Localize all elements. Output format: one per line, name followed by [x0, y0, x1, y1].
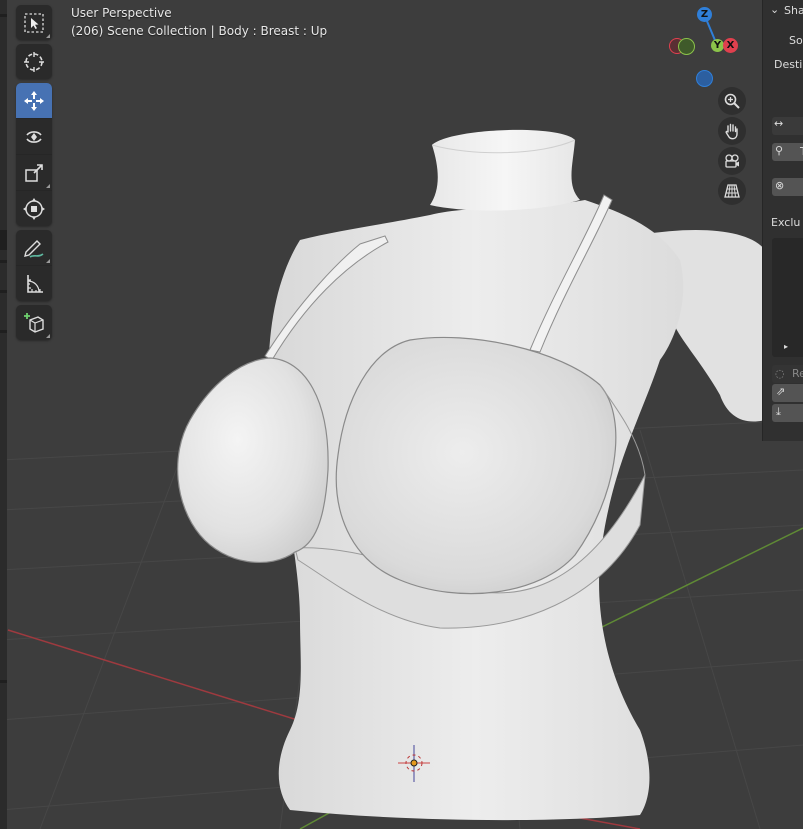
add-cube-tool[interactable] — [16, 305, 52, 340]
destination-label: Destin — [774, 58, 803, 71]
zoom-button[interactable] — [718, 87, 746, 115]
navigation-gizmo[interactable]: Z Y X — [664, 2, 748, 90]
list-expand-icon[interactable]: ▸ — [784, 342, 788, 351]
measure-icon — [27, 274, 43, 293]
bra-cup-left — [177, 357, 329, 564]
gizmo-neg-y-axis[interactable] — [678, 38, 695, 55]
swap-arrows-icon: ↔ — [774, 117, 784, 130]
x-axis-line — [7, 629, 321, 728]
measure-tool[interactable] — [16, 265, 52, 301]
select-box-icon — [24, 12, 44, 33]
gizmo-neg-z-axis[interactable] — [696, 70, 713, 87]
rotate-tool[interactable] — [16, 118, 52, 154]
transform-tool[interactable] — [16, 190, 52, 226]
panel-header[interactable]: Sha — [784, 4, 803, 17]
neck — [430, 129, 580, 211]
rotate-icon — [26, 130, 42, 143]
pan-button[interactable] — [718, 117, 746, 145]
cursor-tool[interactable] — [16, 44, 52, 79]
select-box-tool[interactable] — [16, 5, 52, 40]
re-row[interactable]: ◌ Re — [772, 365, 803, 383]
source-label: So — [789, 34, 803, 47]
cursor-icon — [24, 51, 44, 72]
viewport-info: User Perspective (206) Scene Collection … — [71, 4, 327, 40]
annotate-tool[interactable] — [16, 230, 52, 265]
left-edge-strip — [0, 0, 7, 829]
scale-icon — [25, 163, 43, 182]
exclude-list[interactable]: ▸ — [772, 238, 803, 357]
move-tool[interactable] — [16, 83, 52, 118]
gizmo-z-label: Z — [700, 9, 709, 20]
collection-label: (206) Scene Collection | Body : Breast :… — [71, 24, 328, 38]
import-row[interactable]: ⤓ — [772, 404, 803, 422]
tool-group-add — [16, 305, 52, 340]
export-row[interactable]: ⇗ — [772, 384, 803, 402]
transform-icon — [23, 197, 45, 220]
gizmo-x-label: X — [726, 40, 735, 51]
3d-viewport[interactable]: User Perspective (206) Scene Collection … — [0, 0, 803, 829]
y-axis-line — [599, 527, 803, 629]
grid-perspective-icon — [724, 184, 740, 198]
exclude-label: Exclu — [771, 216, 801, 229]
bone-icon: ⚲ — [775, 144, 784, 157]
export-icon: ⇗ — [776, 385, 786, 398]
tool-group-annotate — [16, 230, 52, 301]
gizmo-x-axis[interactable]: X — [723, 38, 738, 53]
scene-render — [0, 129, 803, 829]
gizmo-y-label: Y — [713, 40, 722, 51]
tool-group-select — [16, 5, 52, 40]
perspective-toggle-button[interactable] — [718, 177, 746, 205]
move-icon — [24, 90, 44, 111]
t-row[interactable]: ⚲ T — [772, 143, 803, 161]
camera-icon — [725, 154, 739, 168]
bra-cup-right — [335, 336, 617, 595]
x-axis-line-far — [579, 817, 641, 829]
gizmo-z-axis[interactable]: Z — [697, 7, 712, 22]
clear-row[interactable]: ⊗ — [772, 178, 803, 196]
scale-tool[interactable] — [16, 154, 52, 190]
re-label: Re — [792, 367, 803, 380]
perspective-label: User Perspective — [71, 6, 172, 20]
tool-shelf — [16, 5, 52, 344]
close-circle-icon: ⊗ — [775, 179, 785, 192]
hand-pan-icon — [725, 123, 738, 140]
sidebar-panel[interactable]: ⌄ Sha So Destin ↔ ⚲ T ⊗ Exclu ▸ ◌ Re ⇗ ⤓ — [762, 0, 803, 441]
zoom-icon — [724, 93, 740, 109]
swap-row[interactable]: ↔ — [772, 117, 803, 135]
refresh-icon: ◌ — [775, 367, 785, 380]
tool-group-cursor — [16, 44, 52, 79]
add-cube-icon — [24, 312, 44, 333]
camera-view-button[interactable] — [718, 147, 746, 175]
annotate-icon — [24, 239, 44, 258]
tool-group-transform — [16, 83, 52, 226]
download-icon: ⤓ — [776, 405, 781, 418]
panel-collapse-icon[interactable]: ⌄ — [770, 3, 779, 16]
